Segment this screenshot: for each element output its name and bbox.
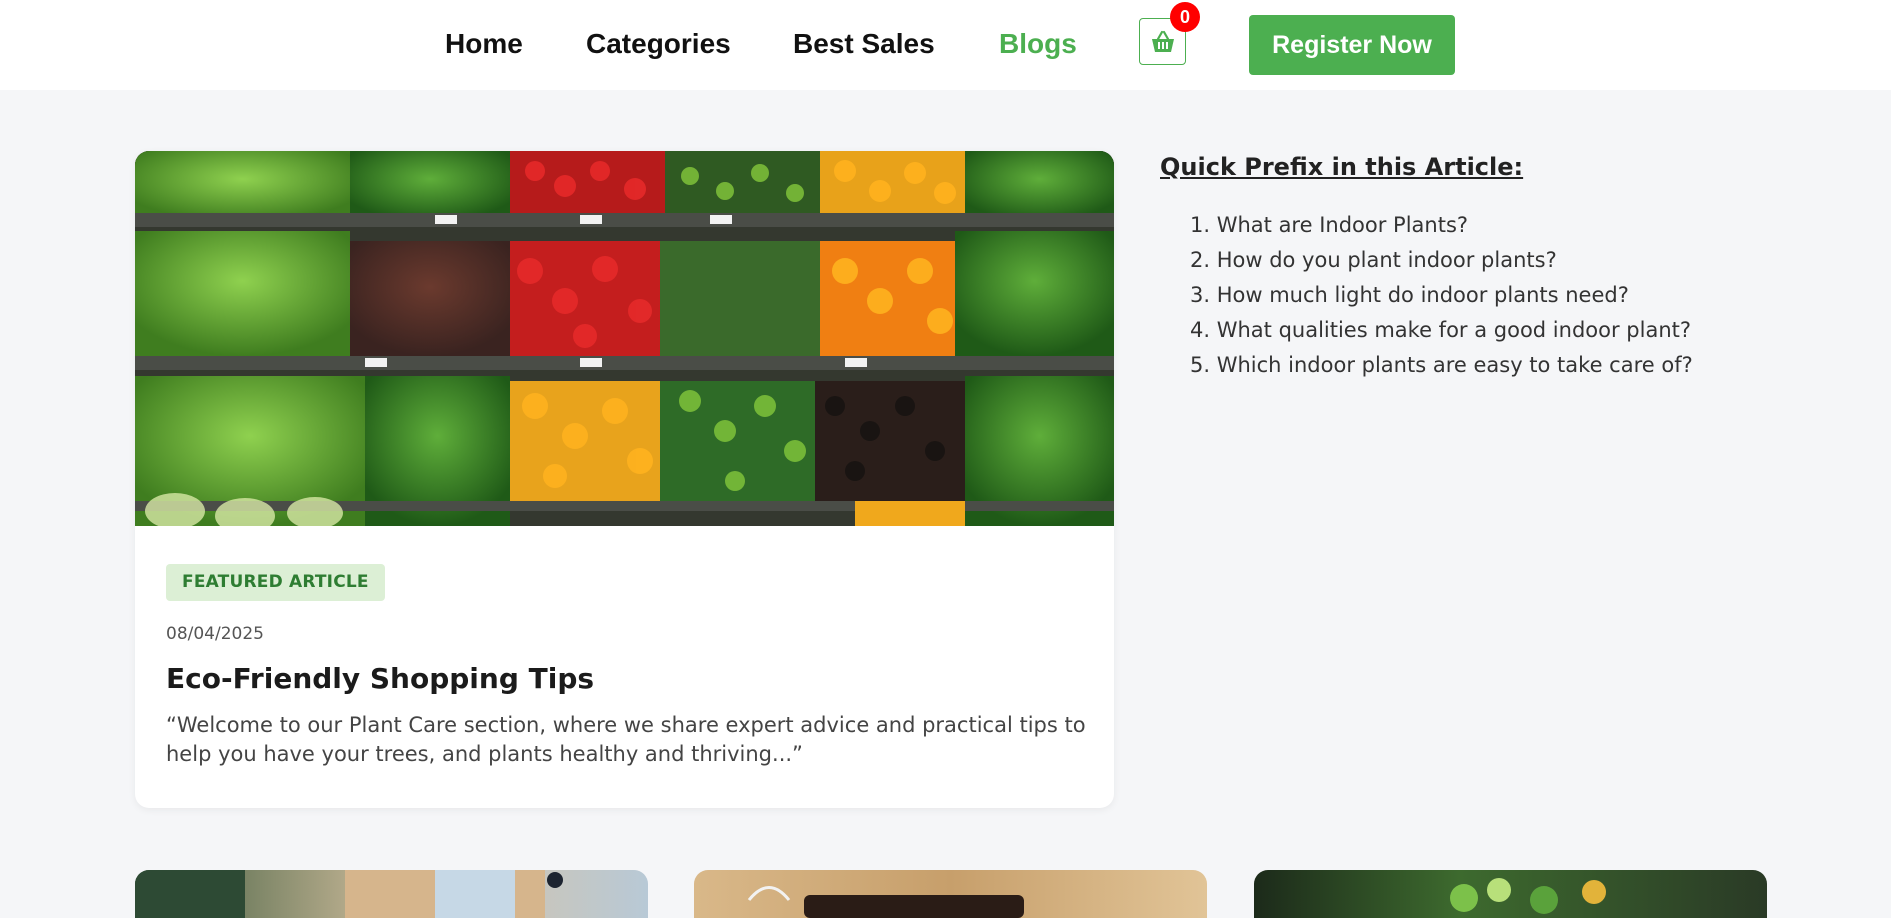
toc-item[interactable]: 2. How do you plant indoor plants? <box>1190 243 1693 278</box>
toc-item[interactable]: 5. Which indoor plants are easy to take … <box>1190 348 1693 383</box>
toc-item[interactable]: 1. What are Indoor Plants? <box>1190 208 1693 243</box>
cart-count-badge: 0 <box>1170 2 1200 32</box>
article-card[interactable] <box>694 870 1207 918</box>
featured-article-card[interactable]: FEATURED ARTICLE 08/04/2025 Eco-Friendly… <box>135 151 1114 808</box>
top-navbar: Home Categories Best Sales Blogs 0 Regis… <box>0 0 1891 90</box>
article-card[interactable] <box>135 870 648 918</box>
article-card-image <box>1450 878 1606 914</box>
article-excerpt: “Welcome to our Plant Care section, wher… <box>166 713 1086 766</box>
produce-shelves-image <box>135 151 1114 526</box>
article-date: 08/04/2025 <box>166 624 264 644</box>
register-now-button[interactable]: Register Now <box>1249 15 1455 75</box>
nav-categories[interactable]: Categories <box>586 26 731 62</box>
toc-item[interactable]: 4. What qualities make for a good indoor… <box>1190 313 1693 348</box>
article-card-image <box>747 886 1024 918</box>
article-title[interactable]: Eco-Friendly Shopping Tips <box>166 662 594 695</box>
featured-article-badge: FEATURED ARTICLE <box>166 564 385 601</box>
nav-blogs[interactable]: Blogs <box>999 26 1077 62</box>
article-card-image <box>135 870 563 918</box>
nav-home[interactable]: Home <box>445 26 523 62</box>
basket-icon <box>1151 30 1174 52</box>
toc-item[interactable]: 3. How much light do indoor plants need? <box>1190 278 1693 313</box>
toc-title: Quick Prefix in this Article: <box>1160 153 1524 181</box>
article-card[interactable] <box>1254 870 1767 918</box>
toc-list: 1. What are Indoor Plants? 2. How do you… <box>1190 208 1693 383</box>
nav-best-sales[interactable]: Best Sales <box>793 26 935 62</box>
